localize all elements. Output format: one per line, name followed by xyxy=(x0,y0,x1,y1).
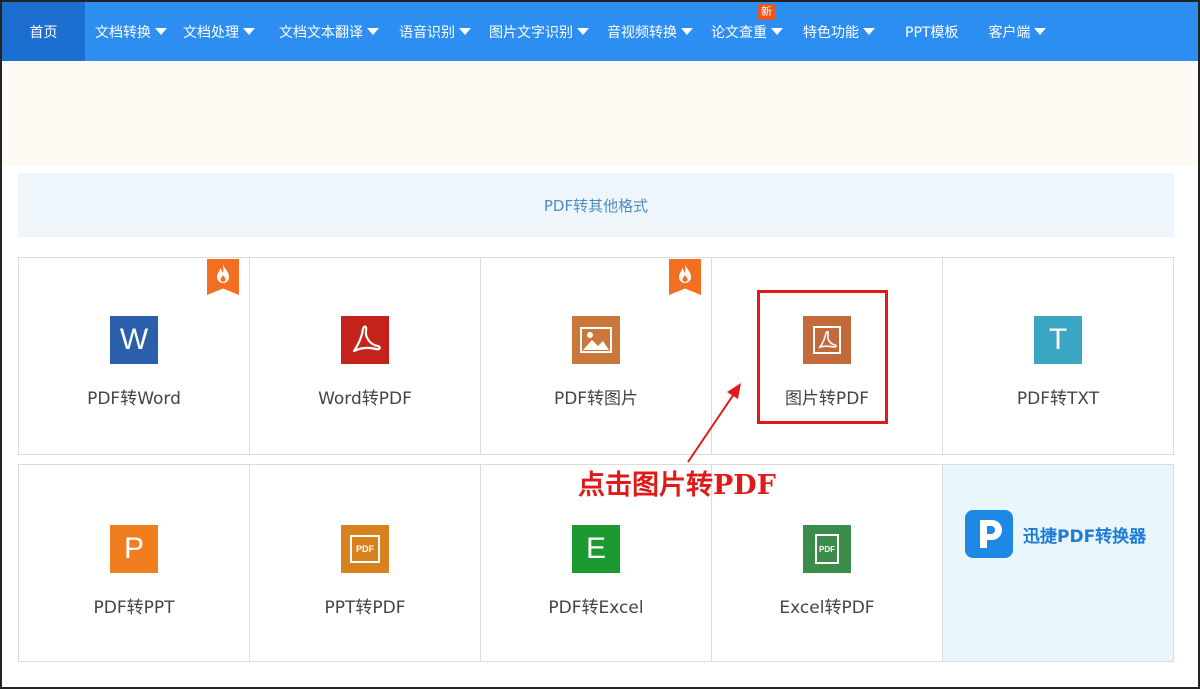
nav-label: PPT模板 xyxy=(905,24,959,41)
banner-area xyxy=(2,61,1198,166)
word-icon: W xyxy=(110,316,158,364)
ppt-icon: P xyxy=(110,525,158,573)
nav-item-doc-process[interactable]: 文档处理 xyxy=(175,2,263,61)
tool-label: Excel转PDF xyxy=(779,598,875,618)
image-icon xyxy=(572,316,620,364)
tool-pdf-to-word[interactable]: W PDF转Word xyxy=(19,258,250,454)
chevron-down-icon xyxy=(1034,28,1047,35)
nav-label: 文档文本翻译 xyxy=(279,24,363,41)
nav-label: 特色功能 xyxy=(803,24,859,41)
pdf-doc-glyph: PDF xyxy=(819,544,835,554)
tool-word-to-pdf[interactable]: Word转PDF xyxy=(250,258,481,454)
pdf-doc-icon: PDF xyxy=(803,525,851,573)
pdf-acrobat-icon xyxy=(341,316,389,364)
top-nav: 首页 文档转换 文档处理 文档文本翻译 语音识别 图片文字识别 音视频转换 论文… xyxy=(2,2,1198,61)
hot-badge-icon xyxy=(669,259,701,295)
promo-title: 迅捷PDF转换器 xyxy=(1023,526,1147,547)
promo-xunjie-pdf-converter[interactable]: 迅捷PDF转换器 xyxy=(943,465,1173,661)
nav-item-speech[interactable]: 语音识别 xyxy=(387,2,479,61)
word-glyph: W xyxy=(119,323,149,356)
nav-item-home[interactable]: 首页 xyxy=(2,2,85,61)
chevron-down-icon xyxy=(155,28,167,35)
hot-badge-icon xyxy=(207,259,239,295)
nav-label: 语音识别 xyxy=(399,24,455,41)
new-badge: 新 xyxy=(758,4,775,20)
pdf-doc-icon: PDF xyxy=(341,525,389,573)
tool-grid-row-1: W PDF转Word Word转PDF PDF转图片 图片转PDF T PDF转… xyxy=(18,257,1174,455)
nav-item-client[interactable]: 客户端 xyxy=(978,2,1054,61)
txt-icon: T xyxy=(1034,316,1082,364)
section-title: PDF转其他格式 xyxy=(18,173,1174,237)
tool-label: PDF转PPT xyxy=(93,598,175,618)
pdf-doc-glyph: PDF xyxy=(356,544,374,554)
chevron-down-icon xyxy=(459,28,471,35)
excel-icon: E xyxy=(572,525,620,573)
ppt-glyph: P xyxy=(123,532,144,565)
chevron-down-icon xyxy=(367,28,379,35)
nav-item-features[interactable]: 特色功能 xyxy=(791,2,883,61)
tool-label: PDF转TXT xyxy=(1016,389,1100,409)
nav-label: 首页 xyxy=(29,24,58,41)
nav-item-ocr[interactable]: 图片文字识别 xyxy=(479,2,597,61)
tool-label: PPT转PDF xyxy=(324,598,406,618)
chevron-down-icon xyxy=(577,28,589,35)
highlight-box xyxy=(757,290,888,424)
txt-glyph: T xyxy=(1048,323,1068,356)
tool-label: PDF转图片 xyxy=(553,389,639,409)
nav-label: 文档转换 xyxy=(95,24,151,41)
tool-pdf-to-ppt[interactable]: P PDF转PPT xyxy=(19,465,250,661)
tool-label: Word转PDF xyxy=(318,389,412,409)
nav-label: 客户端 xyxy=(988,24,1031,41)
excel-glyph: E xyxy=(585,532,606,565)
nav-item-translate[interactable]: 文档文本翻译 xyxy=(263,2,387,61)
nav-item-av-convert[interactable]: 音视频转换 xyxy=(597,2,701,61)
tool-ppt-to-pdf[interactable]: PDF PPT转PDF xyxy=(250,465,481,661)
xunjie-logo-icon xyxy=(965,510,1013,558)
nav-item-doc-convert[interactable]: 文档转换 xyxy=(85,2,175,61)
nav-label: 音视频转换 xyxy=(607,24,677,41)
nav-label: 图片文字识别 xyxy=(489,24,573,41)
nav-label: 论文查重 xyxy=(711,24,767,41)
nav-label: 文档处理 xyxy=(183,24,239,41)
tool-label: PDF转Excel xyxy=(548,598,644,618)
tool-pdf-to-image[interactable]: PDF转图片 xyxy=(481,258,712,454)
chevron-down-icon xyxy=(863,28,875,35)
chevron-down-icon xyxy=(681,28,693,35)
chevron-down-icon xyxy=(243,28,255,35)
section-title-text: PDF转其他格式 xyxy=(543,196,649,215)
chevron-down-icon xyxy=(771,28,783,35)
promo-content: 迅捷PDF转换器 xyxy=(965,510,1146,558)
annotation-text: 点击图片转PDF xyxy=(578,470,776,501)
tool-label: PDF转Word xyxy=(87,389,181,409)
nav-item-ppt-templates[interactable]: PPT模板 xyxy=(883,2,978,61)
annotation-arrow-icon xyxy=(687,383,741,463)
nav-item-plagiarism[interactable]: 论文查重 新 xyxy=(701,2,791,61)
tool-pdf-to-txt[interactable]: T PDF转TXT xyxy=(943,258,1173,454)
